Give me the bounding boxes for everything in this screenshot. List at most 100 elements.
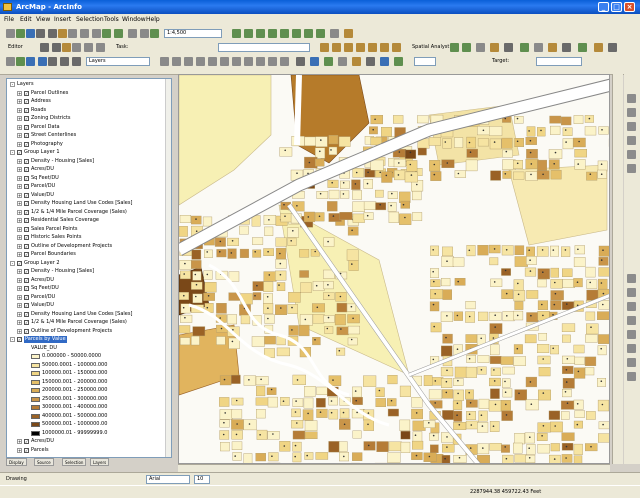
side-tool-icon[interactable] [627, 150, 636, 159]
expand-collapse-icon[interactable]: + [17, 108, 22, 113]
expand-collapse-icon[interactable]: + [17, 286, 22, 291]
layer-visibility-checkbox[interactable]: ✓ [24, 252, 29, 257]
maximize-button[interactable]: □ [611, 2, 622, 12]
drawing-menu[interactable]: Drawing [6, 476, 27, 482]
target-layer-combo[interactable] [536, 57, 582, 66]
toc-layer-row[interactable]: 400000.001 - 500000.000 [7, 413, 167, 421]
toolbar-tool-icon[interactable] [280, 29, 289, 38]
toolbar-tool-icon[interactable] [292, 29, 301, 38]
layer-visibility-checkbox[interactable]: ✓ [24, 235, 29, 240]
toc-layer-row[interactable]: +✓1/2 & 1/4 Mile Parcel Coverage (Sales) [7, 209, 167, 217]
expand-collapse-icon[interactable]: + [17, 91, 22, 96]
layer-visibility-checkbox[interactable]: ✓ [24, 295, 29, 300]
toolbar-tool-icon[interactable] [60, 57, 69, 66]
toolbar-tool-icon[interactable] [196, 57, 205, 66]
toolbar-tool-icon[interactable] [6, 29, 15, 38]
layer-visibility-checkbox[interactable]: ✓ [24, 176, 29, 181]
toolbar-tool-icon[interactable] [96, 43, 105, 52]
toolbar-tool-icon[interactable] [6, 57, 15, 66]
side-tool-icon[interactable] [627, 358, 636, 367]
layer-visibility-checkbox[interactable]: ✓ [24, 125, 29, 130]
toc-layer-row[interactable]: +✓Sq Feet/DU [7, 175, 167, 183]
toolbar-tool-icon[interactable] [268, 57, 277, 66]
toolbar-tool-icon[interactable] [40, 43, 49, 52]
close-button[interactable]: × [624, 2, 635, 12]
expand-collapse-icon[interactable]: + [17, 269, 22, 274]
toolbar-tool-icon[interactable] [392, 43, 401, 52]
toolbar-tool-icon[interactable] [58, 29, 67, 38]
expand-collapse-icon[interactable]: + [17, 312, 22, 317]
layer-visibility-checkbox[interactable]: ✓ [24, 116, 29, 121]
layer-visibility-checkbox[interactable]: ✓ [24, 142, 29, 147]
menu-tools[interactable]: Tools [104, 16, 119, 23]
toc-layer-row[interactable]: 0.000000 - 50000.0000 [7, 353, 167, 361]
layer-visibility-checkbox[interactable]: ✓ [24, 108, 29, 113]
toc-layer-row[interactable]: +✓Parcels [7, 447, 167, 455]
toolbar-tool-icon[interactable] [548, 43, 557, 52]
expand-collapse-icon[interactable]: + [17, 252, 22, 257]
layer-visibility-checkbox[interactable]: ✓ [24, 159, 29, 164]
toolbar-tool-icon[interactable] [36, 29, 45, 38]
side-tool-icon[interactable] [627, 164, 636, 173]
toolbar-tool-icon[interactable] [608, 43, 617, 52]
toolbar-tool-icon[interactable] [394, 57, 403, 66]
toolbar-tool-icon[interactable] [128, 29, 137, 38]
toc-layer-row[interactable]: -✓Parcels by Value [7, 336, 167, 344]
toolbar-tool-icon[interactable] [52, 43, 61, 52]
toolbar-tool-icon[interactable] [338, 57, 347, 66]
toolbar-tool-icon[interactable] [172, 57, 181, 66]
toolbar-tool-icon[interactable] [562, 43, 571, 52]
font-size-combo[interactable]: 10 [194, 475, 210, 484]
layer-selector-combo[interactable] [414, 57, 436, 66]
toolbar-tool-icon[interactable] [72, 57, 81, 66]
layer-combo[interactable]: Layers [86, 57, 150, 66]
side-tool-icon[interactable] [627, 330, 636, 339]
toolbar-tool-icon[interactable] [268, 29, 277, 38]
layer-visibility-checkbox[interactable]: ✓ [17, 337, 22, 342]
toolbar-tool-icon[interactable] [320, 43, 329, 52]
expand-collapse-icon[interactable]: + [17, 201, 22, 206]
map-vertical-scrollbar[interactable] [612, 74, 623, 464]
expand-collapse-icon[interactable]: + [17, 193, 22, 198]
side-tool-icon[interactable] [627, 372, 636, 381]
layer-visibility-checkbox[interactable]: ✓ [17, 261, 22, 266]
toc-layer-row[interactable]: +✓Roads [7, 107, 167, 115]
toc-layer-row[interactable]: 250000.001 - 300000.000 [7, 396, 167, 404]
layer-visibility-checkbox[interactable]: ✓ [24, 184, 29, 189]
side-tool-icon[interactable] [627, 288, 636, 297]
font-combo[interactable]: Arial [146, 475, 190, 484]
layer-visibility-checkbox[interactable]: ✓ [24, 439, 29, 444]
layer-visibility-checkbox[interactable]: ✓ [24, 201, 29, 206]
expand-collapse-icon[interactable]: + [17, 142, 22, 147]
layer-visibility-checkbox[interactable]: ✓ [24, 227, 29, 232]
toolbar-tool-icon[interactable] [462, 43, 471, 52]
layer-visibility-checkbox[interactable]: ✓ [24, 218, 29, 223]
toolbar-tool-icon[interactable] [450, 43, 459, 52]
toolbar-tool-icon[interactable] [594, 43, 603, 52]
toc-layer-row[interactable]: 500000.001 - 1000000.00 [7, 421, 167, 429]
toc-layer-row[interactable]: 50000.0001 - 100000.000 [7, 362, 167, 370]
toolbar-tool-icon[interactable] [332, 43, 341, 52]
toolbar-tool-icon[interactable] [114, 29, 123, 38]
toolbar-tool-icon[interactable] [352, 57, 361, 66]
toolbar-tool-icon[interactable] [80, 29, 89, 38]
toolbar-tool-icon[interactable] [380, 43, 389, 52]
expand-collapse-icon[interactable]: + [17, 439, 22, 444]
toc-layer-row[interactable]: +✓Zoning Districts [7, 115, 167, 123]
toolbar-tool-icon[interactable] [26, 57, 35, 66]
toolbar-tool-icon[interactable] [316, 29, 325, 38]
toolbar-tool-icon[interactable] [48, 57, 57, 66]
target-combo[interactable] [218, 43, 310, 52]
toolbar-tool-icon[interactable] [102, 29, 111, 38]
toc-layer-row[interactable]: 150000.001 - 200000.000 [7, 379, 167, 387]
toc-layer-row[interactable]: 100000.001 - 150000.000 [7, 370, 167, 378]
layer-visibility-checkbox[interactable]: ✓ [24, 193, 29, 198]
toc-layer-row[interactable]: 200000.001 - 250000.000 [7, 387, 167, 395]
side-tool-icon[interactable] [627, 136, 636, 145]
toc-layer-row[interactable]: +✓Outline of Development Projects [7, 328, 167, 336]
toc-layer-row[interactable]: +✓Address [7, 98, 167, 106]
toc-layer-row[interactable]: +✓Parcel Boundaries [7, 251, 167, 259]
layer-visibility-checkbox[interactable]: ✓ [24, 286, 29, 291]
side-tool-icon[interactable] [627, 302, 636, 311]
toc-layer-row[interactable]: -✓Group Layer 2 [7, 260, 167, 268]
